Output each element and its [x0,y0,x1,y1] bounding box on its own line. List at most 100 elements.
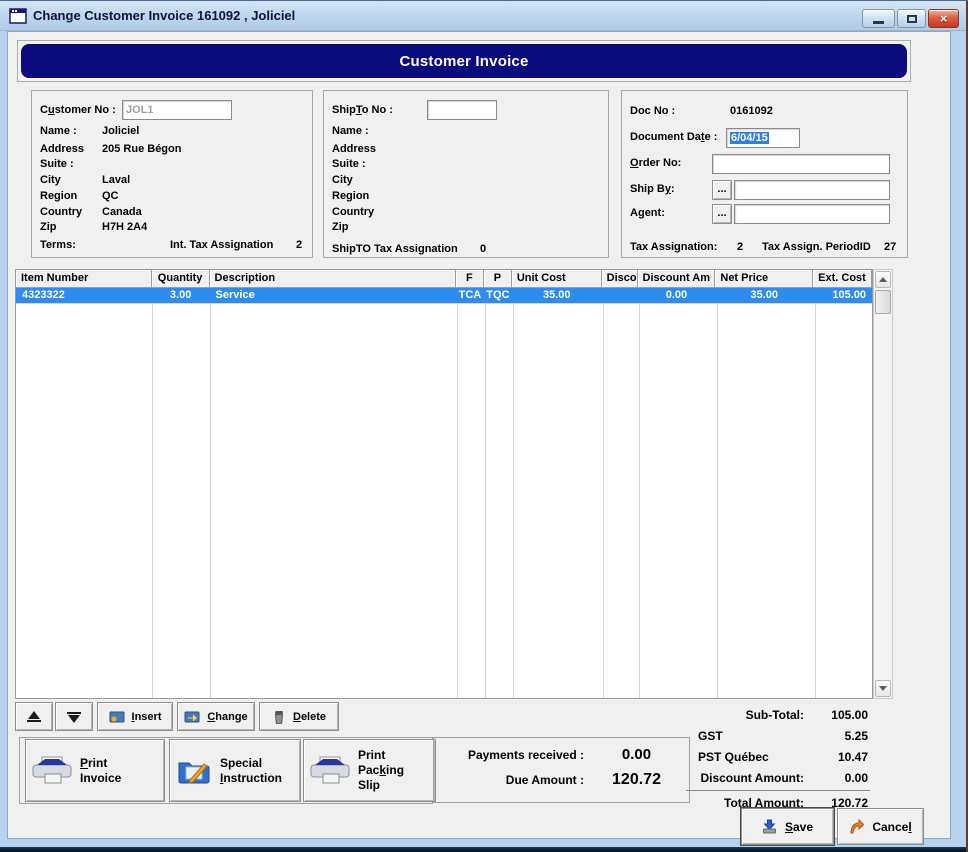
country-label: Country [40,206,82,218]
cell-unit-cost: 35.00 [512,288,602,303]
column-header-unit-cost[interactable]: Unit Cost [512,270,602,288]
cell-net-price: 35.00 [715,288,813,303]
maximize-button[interactable] [897,9,926,28]
column-separator [485,288,486,698]
print-packing-slip-button[interactable]: Print Packing Slip [303,739,436,802]
page-title-banner: Customer Invoice [21,44,907,78]
zip-value: H7H 2A4 [102,221,147,233]
column-separator [210,288,211,698]
customer-panel: Customer No : JOL1 Name :Joliciel Addres… [31,90,313,258]
int-tax-assignation-label: Int. Tax Assignation [170,239,273,251]
scroll-up-button[interactable] [875,271,891,288]
shipto-no-input[interactable] [427,100,497,120]
printer-icon [310,755,350,787]
insert-icon [109,711,125,723]
delete-icon [272,710,286,724]
move-down-icon [67,711,81,723]
move-row-down-button[interactable] [55,702,93,731]
scrollbar-thumb[interactable] [875,290,891,314]
shipto-suite-label: Suite : [332,158,366,170]
cancel-button[interactable]: Cancel [837,808,924,845]
move-row-up-button[interactable] [15,702,53,731]
scroll-down-button[interactable] [875,680,891,697]
column-header-description[interactable]: Description [210,270,456,288]
region-value: QC [102,190,119,202]
document-date-input[interactable]: 6/04/15 [726,128,800,148]
sub-total-label: Sub-Total: [686,708,808,722]
column-header-p[interactable]: P [484,270,512,288]
special-instruction-button[interactable]: Special Instruction [169,739,301,802]
change-icon [184,711,200,723]
scroll-down-icon [879,686,887,691]
change-label: Change [207,711,247,723]
column-separator [457,288,458,698]
delete-row-button[interactable]: Delete [259,702,339,731]
close-button[interactable]: × [928,9,959,28]
table-row-selected[interactable]: 4323322 3.00 Service TCA TQC 35.00 0.00 … [16,288,872,304]
shipto-name-label: Name : [332,125,369,137]
column-separator [152,288,153,698]
customer-no-label: Customer No : [40,104,116,116]
print-invoice-label: Print Invoice [80,756,138,786]
column-header-item-number[interactable]: Item Number [16,270,152,288]
region-label: Region [40,190,77,202]
suite-label: Suite : [40,158,74,170]
column-header-quantity[interactable]: Quantity [152,270,210,288]
column-separator [639,288,640,698]
order-no-input[interactable] [712,154,890,174]
delete-label: Delete [293,711,326,723]
save-label: Save [785,820,813,834]
print-invoice-button[interactable]: Print Invoice [25,739,165,802]
minimize-button[interactable] [862,9,895,28]
cancel-icon [849,819,864,834]
cell-p: TQC [484,288,512,303]
ship-by-browse-button[interactable]: ... [712,180,732,200]
city-label: City [40,174,61,186]
cancel-label: Cancel [872,820,911,834]
cell-item-number: 4323322 [16,288,152,303]
line-items-table: Item Number Quantity Description F P Uni… [15,269,873,699]
agent-browse-button[interactable]: ... [712,204,732,224]
pst-quebec-value: 10.47 [808,750,870,764]
insert-row-button[interactable]: Insert [97,702,173,731]
change-row-button[interactable]: Change [177,702,255,731]
invoice-window: Change Customer Invoice 161092 , Jolicie… [0,0,968,852]
column-header-discount-amount[interactable]: Discount Am [638,270,716,288]
cell-description: Service [210,288,456,303]
shipto-country-label: Country [332,206,374,218]
save-button[interactable]: Save [741,808,834,845]
shipto-region-label: Region [332,190,369,202]
payments-received-label: Payments received : [434,748,584,762]
titlebar[interactable]: Change Customer Invoice 161092 , Jolicie… [0,1,968,31]
column-header-net-price[interactable]: Net Price [715,270,813,288]
close-icon: × [940,11,948,26]
discount-amount-label: Discount Amount: [686,771,808,785]
gst-label: GST [686,729,808,743]
ship-by-input[interactable] [734,180,890,200]
column-header-f[interactable]: F [456,270,484,288]
customer-no-input[interactable]: JOL1 [122,100,232,120]
due-amount-label: Due Amount : [434,773,584,787]
document-date-label: Document Date : [630,131,717,143]
totals-summary: Sub-Total:105.00 GST5.25 PST Québec10.47… [686,704,870,813]
gst-value: 5.25 [808,729,870,743]
terms-label: Terms: [40,239,76,251]
minimize-icon [873,21,884,24]
address-label: Address [40,143,84,155]
ship-by-label: Ship By: [630,183,675,195]
shipto-tax-assignation-label: ShipTO Tax Assignation [332,243,458,255]
cell-discount-amount: 0.00 [638,288,716,303]
int-tax-assignation-value: 2 [296,239,302,251]
name-value: Joliciel [102,125,139,137]
tax-period-value: 27 [884,241,896,253]
agent-input[interactable] [734,204,890,224]
column-header-ext-cost[interactable]: Ext. Cost [813,270,872,288]
table-body: 4323322 3.00 Service TCA TQC 35.00 0.00 … [16,288,872,698]
shipto-no-label: ShipTo No : [332,104,393,116]
table-vertical-scrollbar[interactable] [873,269,893,699]
discount-amount-value: 0.00 [808,771,870,785]
client-area: Customer Invoice Customer No : JOL1 Name… [7,31,951,839]
doc-no-value: 0161092 [730,105,773,117]
shipto-tax-assignation-value: 0 [480,243,486,255]
column-header-discount[interactable]: Discou [602,270,638,288]
